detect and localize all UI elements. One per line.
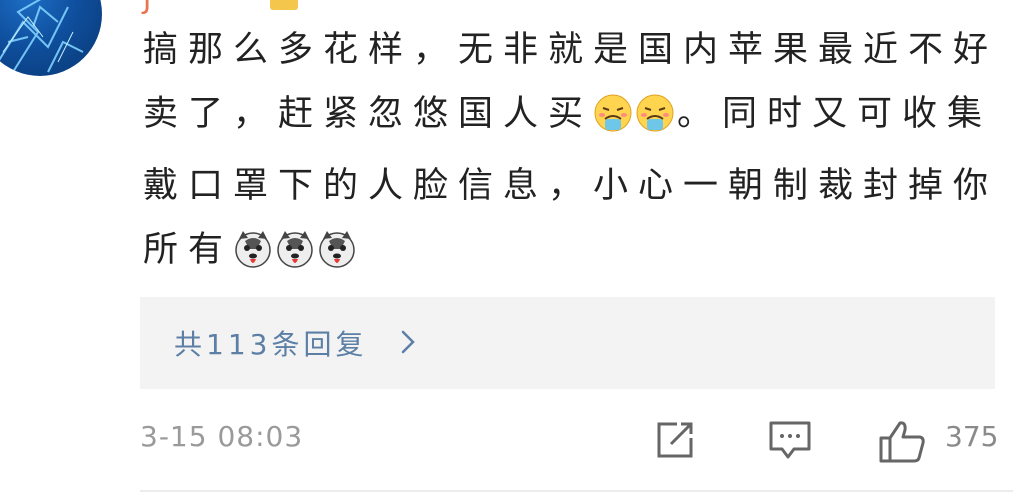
husky-icon — [233, 226, 273, 290]
repost-icon — [657, 422, 693, 458]
vip-badge-icon — [270, 0, 298, 10]
username[interactable]: J — [143, 0, 153, 15]
comment-text: 搞那么多花样，无非就是国内苹果最近不好卖了，赶紧忽悠国人买 。同时又可收集戴口罩… — [143, 18, 1001, 290]
replies-box[interactable]: 共113条回复 — [140, 297, 995, 389]
comment-button[interactable] — [768, 420, 812, 464]
like-count: 375 — [945, 420, 999, 453]
husky-icon — [275, 226, 315, 290]
tired-face-icon — [593, 90, 633, 154]
tired-face-icon — [635, 90, 675, 154]
comment-timestamp: 3-15 08:03 — [140, 420, 304, 453]
avatar[interactable] — [0, 0, 102, 76]
husky-icon — [317, 226, 357, 290]
chevron-right-icon — [401, 330, 415, 354]
repost-button[interactable] — [655, 420, 695, 464]
view-replies-link[interactable]: 共113条回复 — [174, 323, 367, 363]
like-button[interactable] — [878, 420, 926, 468]
thumbs-up-icon — [879, 421, 925, 463]
comment-bubble-icon — [769, 421, 811, 459]
divider — [140, 490, 1013, 492]
